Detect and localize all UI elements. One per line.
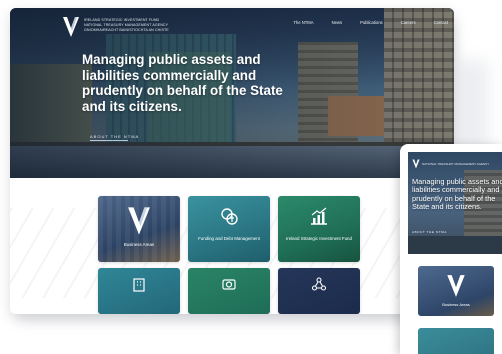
ntma-logo-icon[interactable]	[62, 16, 80, 38]
network-icon	[311, 277, 327, 291]
nav-item-publications[interactable]: Publications	[360, 20, 383, 25]
content-area: Business Areas Funding and Debt Manageme…	[10, 178, 454, 314]
about-link[interactable]: ABOUT THE NTMA	[90, 134, 139, 139]
nav-item-careers[interactable]: Careers	[401, 20, 416, 25]
hero-banner: IRELAND STRATEGIC INVESTMENT FUND NATION…	[10, 8, 454, 178]
tile-label: Business Areas	[123, 242, 155, 247]
mobile-about-link[interactable]: ABOUT THE NTMA	[412, 230, 447, 234]
mobile-hero-headline: Managing public assets and liabilities c…	[412, 177, 502, 212]
desktop-browser-mockup: IRELAND STRATEGIC INVESTMENT FUND NATION…	[10, 8, 454, 314]
about-link-underline	[90, 140, 128, 141]
org-name-line: IRELAND STRATEGIC INVESTMENT FUND	[84, 18, 160, 22]
mobile-mockup: NATIONAL TREASURY MANAGEMENT AGENCY Mana…	[400, 144, 502, 354]
logo-icon	[447, 275, 465, 297]
logo-icon	[128, 207, 150, 235]
building-icon	[133, 278, 145, 292]
tile-funding-debt[interactable]: Funding and Debt Management	[188, 196, 270, 262]
nav-item-ntma[interactable]: The NTMA	[293, 20, 313, 25]
tile-business-areas[interactable]: Business Areas	[98, 196, 180, 262]
tile-row2-3[interactable]	[278, 268, 360, 314]
hero-headline: Managing public assets and liabilities c…	[82, 52, 283, 114]
mobile-org-name: NATIONAL TREASURY MANAGEMENT AGENCY	[422, 162, 490, 166]
camera-icon	[222, 279, 236, 290]
org-name-line: GNIOMHAIREACHT BAINISTIOCHTA AN CHISTE	[84, 28, 169, 32]
tile-row2-2[interactable]	[188, 268, 270, 314]
nav-item-contact[interactable]: Contact	[434, 20, 448, 25]
money-icon	[221, 208, 238, 225]
mobile-hero-river	[408, 236, 502, 254]
main-nav: The NTMA News Publications Careers Conta…	[293, 20, 448, 25]
nav-item-news[interactable]: News	[332, 20, 342, 25]
tile-row2-1[interactable]	[98, 268, 180, 314]
mobile-logo-icon[interactable]	[412, 159, 420, 169]
growth-chart-icon	[311, 207, 327, 225]
tile-isif[interactable]: Ireland Strategic Investment Fund	[278, 196, 360, 262]
tile-label: Ireland Strategic Investment Fund	[286, 236, 352, 241]
mobile-tile-business-areas[interactable]: Business Areas	[418, 266, 494, 316]
mobile-tile-2[interactable]	[418, 328, 494, 354]
org-name-line: NATIONAL TREASURY MANAGEMENT AGENCY	[84, 23, 169, 27]
tile-label: Funding and Debt Management	[198, 236, 260, 241]
mobile-tile-label: Business Areas	[442, 302, 470, 307]
mobile-hero: NATIONAL TREASURY MANAGEMENT AGENCY Mana…	[408, 152, 502, 254]
